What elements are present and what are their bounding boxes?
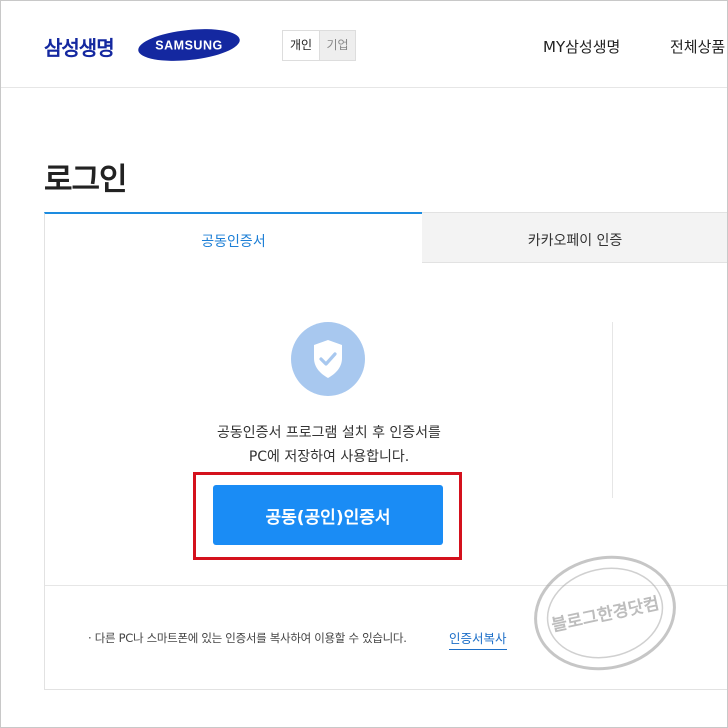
samsung-logo-text: SAMSUNG xyxy=(155,39,222,53)
shield-check-icon xyxy=(291,322,365,396)
cert-copy-note: · 다른 PC나 스마트폰에 있는 인증서를 복사하여 이용할 수 있습니다. xyxy=(88,631,407,645)
cert-copy-link[interactable]: 인증서복사 xyxy=(449,628,507,650)
segment-business[interactable]: 기업 xyxy=(319,31,355,60)
joint-certificate-login-button[interactable]: 공동(공인)인증서 xyxy=(213,485,443,545)
watermark-text: 블로그한경닷컴 xyxy=(550,593,661,636)
blog-watermark-stamp: 블로그한경닷컴 xyxy=(534,555,676,671)
customer-type-toggle: 개인 기업 xyxy=(282,30,356,61)
brand-logo-text[interactable]: 삼성생명 xyxy=(44,32,115,61)
segment-personal[interactable]: 개인 xyxy=(283,31,319,60)
tab-kakaopay-auth[interactable]: 카카오페이 인증 xyxy=(422,212,728,263)
nav-all-products[interactable]: 전체상품 xyxy=(670,36,725,57)
site-header: 삼성생명 SAMSUNG 개인 기업 MY삼성생명 전체상품 xyxy=(0,0,728,88)
cert-description-line2: PC에 저장하여 사용합니다. xyxy=(248,449,410,465)
panel-divider xyxy=(612,322,613,498)
samsung-logo[interactable]: SAMSUNG xyxy=(137,27,241,63)
tab-joint-certificate[interactable]: 공동인증서 xyxy=(44,212,422,263)
nav-my-samsung-life[interactable]: MY삼성생명 xyxy=(543,36,620,57)
page-title: 로그인 xyxy=(44,162,128,198)
cert-description-line1: 공동인증서 프로그램 설치 후 인증서를 xyxy=(217,425,441,441)
